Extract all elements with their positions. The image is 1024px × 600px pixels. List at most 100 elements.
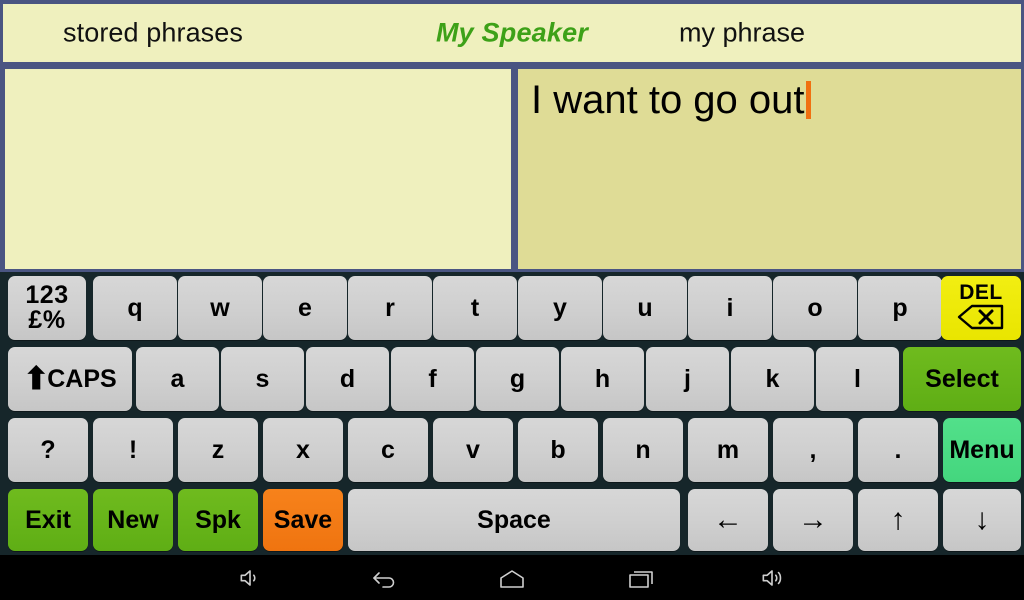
key-w-label: w [210, 293, 230, 322]
key-q[interactable]: q [93, 276, 177, 340]
key-period[interactable]: . [858, 418, 938, 482]
key-i-label: i [726, 293, 734, 322]
arrow-down-key[interactable]: ↓ [943, 489, 1021, 551]
menu-key[interactable]: Menu [943, 418, 1021, 482]
key-x[interactable]: x [263, 418, 343, 482]
key-h[interactable]: h [561, 347, 644, 411]
key-b-label: b [550, 435, 566, 464]
on-screen-keyboard: 123 £% q w e r t y u i o p DEL ⬆ CAPS a s d f g h j k l Select?!… [0, 272, 1024, 555]
key-comma-label: , [809, 435, 817, 464]
key-k[interactable]: k [731, 347, 814, 411]
key-y-label: y [553, 293, 567, 322]
key-j-label: j [684, 364, 691, 393]
select-key-label: Select [925, 364, 999, 393]
my-phrase-label[interactable]: my phrase [679, 18, 805, 49]
key-h-label: h [594, 364, 611, 393]
key-t-label: t [470, 293, 480, 322]
arrow-up-icon: ↑ [890, 503, 906, 536]
key-j[interactable]: j [646, 347, 729, 411]
key-period-label: . [894, 435, 902, 464]
key-f-label: f [428, 364, 437, 393]
arrow-left-key[interactable]: ← [688, 489, 768, 551]
text-caret [805, 81, 811, 119]
key-w[interactable]: w [178, 276, 262, 340]
key-n[interactable]: n [603, 418, 683, 482]
key-m[interactable]: m [688, 418, 768, 482]
caps-key[interactable]: ⬆ CAPS [8, 347, 132, 411]
android-navigation-bar [0, 555, 1024, 600]
app-title: My Speaker [435, 17, 589, 48]
stored-phrases-panel[interactable] [5, 69, 511, 269]
key-r-label: r [385, 293, 395, 322]
save-key-label: Save [273, 505, 333, 534]
arrow-left-icon: ← [713, 503, 743, 536]
key-y[interactable]: y [518, 276, 602, 340]
new-key[interactable]: New [93, 489, 173, 551]
key-t[interactable]: t [433, 276, 517, 340]
exit-key[interactable]: Exit [8, 489, 88, 551]
key-d-label: d [339, 364, 356, 393]
backspace-icon [956, 304, 1006, 335]
key-n-label: n [635, 435, 651, 464]
volume-down-icon[interactable] [210, 555, 290, 600]
key-question[interactable]: ? [8, 418, 88, 482]
key-r[interactable]: r [348, 276, 432, 340]
key-p[interactable]: p [858, 276, 942, 340]
save-key[interactable]: Save [263, 489, 343, 551]
key-m-label: m [716, 435, 740, 464]
key-p-label: p [892, 293, 908, 322]
exit-key-label: Exit [25, 505, 71, 534]
back-icon[interactable] [344, 555, 424, 600]
key-l-label: l [854, 364, 861, 393]
my-phrase-text: I want to go out [531, 78, 805, 122]
key-u[interactable]: u [603, 276, 687, 340]
key-c[interactable]: c [348, 418, 428, 482]
text-panels: I want to go out [0, 66, 1024, 272]
home-icon[interactable] [472, 555, 552, 600]
recents-icon[interactable] [602, 555, 682, 600]
space-key[interactable]: Space [348, 489, 680, 551]
app-root: stored phrases My Speaker my phrase I wa… [0, 0, 1024, 600]
key-k-label: k [765, 364, 780, 393]
key-comma[interactable]: , [773, 418, 853, 482]
key-l[interactable]: l [816, 347, 899, 411]
key-g-label: g [509, 364, 526, 393]
key-z[interactable]: z [178, 418, 258, 482]
my-phrase-panel[interactable]: I want to go out [518, 69, 1021, 269]
key-a-label: a [170, 364, 185, 393]
numeric-key-line1: 123 [25, 281, 69, 309]
key-o-label: o [807, 293, 823, 322]
key-b[interactable]: b [518, 418, 598, 482]
numeric-mode-key[interactable]: 123 £% [8, 276, 86, 340]
key-e[interactable]: e [263, 276, 347, 340]
key-v[interactable]: v [433, 418, 513, 482]
key-s-label: s [255, 364, 270, 393]
delete-key[interactable]: DEL [941, 276, 1021, 340]
volume-up-icon[interactable] [732, 555, 812, 600]
key-v-label: v [466, 435, 480, 464]
arrow-down-icon: ↓ [974, 503, 990, 536]
select-key[interactable]: Select [903, 347, 1021, 411]
key-a[interactable]: a [136, 347, 219, 411]
key-exclamation[interactable]: ! [93, 418, 173, 482]
arrow-right-key[interactable]: → [773, 489, 853, 551]
space-key-label: Space [477, 505, 551, 534]
key-s[interactable]: s [221, 347, 304, 411]
key-f[interactable]: f [391, 347, 474, 411]
caps-key-label: CAPS [47, 364, 117, 393]
speak-key-label: Spk [195, 505, 241, 534]
key-g[interactable]: g [476, 347, 559, 411]
arrow-right-icon: → [798, 503, 828, 536]
key-e-label: e [298, 293, 312, 322]
delete-key-label: DEL [959, 280, 1003, 304]
key-o[interactable]: o [773, 276, 857, 340]
key-i[interactable]: i [688, 276, 772, 340]
numeric-key-line2: £% [28, 306, 66, 334]
menu-key-label: Menu [949, 435, 1015, 464]
key-d[interactable]: d [306, 347, 389, 411]
my-phrase-text-line: I want to go out [531, 77, 811, 123]
speak-key[interactable]: Spk [178, 489, 258, 551]
key-x-label: x [296, 435, 310, 464]
arrow-up-key[interactable]: ↑ [858, 489, 938, 551]
key-question-label: ? [40, 435, 56, 464]
